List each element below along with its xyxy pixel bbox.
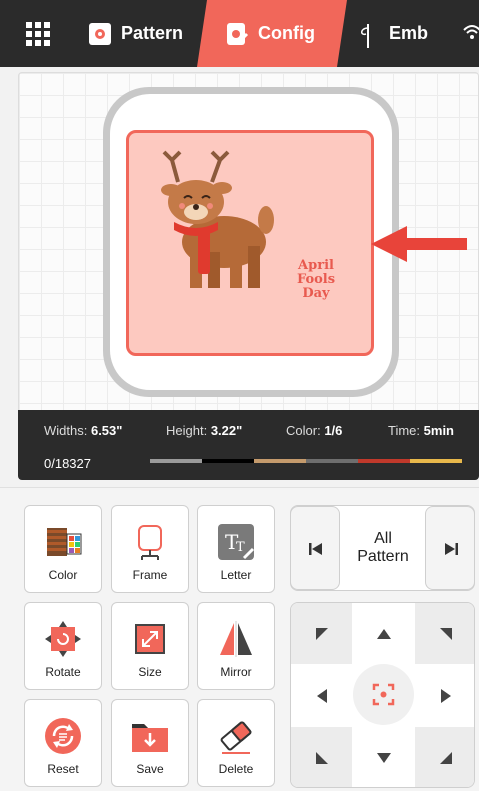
thread-color-segment <box>306 459 358 463</box>
arrow-up-icon <box>376 628 391 639</box>
color-button-label: Color <box>48 568 78 582</box>
needle-icon <box>356 22 380 48</box>
thread-color-segment <box>150 459 202 463</box>
delete-button-label: Delete <box>218 762 254 776</box>
rotate-button[interactable]: Rotate <box>24 602 102 690</box>
letter-button-label: Letter <box>220 568 252 582</box>
mirror-button[interactable]: Mirror <box>197 602 275 690</box>
eraser-icon <box>220 721 252 754</box>
arrow-down-left-icon <box>315 751 328 764</box>
pattern-navigator: All Pattern <box>290 505 475 591</box>
height-readout: Height: 3.22" <box>166 423 243 438</box>
frame-button[interactable]: Frame <box>111 505 189 593</box>
frame-button-label: Frame <box>132 568 168 582</box>
grid-menu-icon[interactable] <box>26 22 50 46</box>
arrow-right-icon <box>440 688 451 703</box>
top-bar: Pattern Config Emb <box>0 0 479 67</box>
move-up-button[interactable] <box>353 603 414 664</box>
arrow-down-right-icon <box>439 751 452 764</box>
design-area[interactable]: April Fools Day <box>126 130 374 356</box>
pattern-icon <box>88 22 112 46</box>
save-icon <box>132 724 168 752</box>
move-left-button[interactable] <box>291 665 352 726</box>
reset-icon <box>45 718 81 754</box>
tab-config[interactable]: Config <box>197 0 347 67</box>
move-down-button[interactable] <box>353 727 414 787</box>
svg-text:T: T <box>236 540 245 555</box>
previous-pattern-button[interactable] <box>290 506 340 590</box>
arrow-left-icon <box>316 688 327 703</box>
wifi-icon <box>463 25 479 39</box>
size-button[interactable]: Size <box>111 602 189 690</box>
thread-color-segment <box>202 459 254 463</box>
width-readout: Widths: 6.53" <box>44 423 123 438</box>
reset-button[interactable]: Reset <box>24 699 102 787</box>
reset-button-label: Reset <box>47 762 79 776</box>
save-button[interactable]: Save <box>111 699 189 787</box>
skip-previous-icon <box>309 543 322 555</box>
delete-button[interactable]: Delete <box>197 699 275 787</box>
size-icon <box>135 624 165 654</box>
pointer-arrow-icon <box>371 226 467 262</box>
reindeer-design[interactable] <box>126 130 374 356</box>
tab-pattern[interactable]: Pattern <box>88 0 183 67</box>
control-panel: Color Frame T T Letter Rotate Size Mirro… <box>0 487 479 791</box>
thread-color-segment <box>358 459 410 463</box>
move-up-right-button[interactable] <box>415 603 474 664</box>
center-focus-icon <box>372 683 395 706</box>
color-button[interactable]: Color <box>24 505 102 593</box>
color-icon <box>47 528 82 556</box>
thread-color-segment <box>254 459 306 463</box>
save-button-label: Save <box>136 762 164 776</box>
thread-color-bar <box>150 459 462 463</box>
arrow-up-right-icon <box>439 627 452 640</box>
center-button[interactable] <box>353 664 414 725</box>
move-down-right-button[interactable] <box>415 727 474 787</box>
frame-icon <box>138 525 162 560</box>
stitch-progress: 0/18327 <box>44 456 91 471</box>
letter-icon: T T <box>218 524 255 560</box>
tab-pattern-label: Pattern <box>121 23 184 43</box>
mirror-icon <box>220 621 252 657</box>
time-readout: Time: 5min <box>388 423 454 438</box>
size-button-label: Size <box>138 665 162 679</box>
mirror-button-label: Mirror <box>220 665 252 679</box>
letter-button[interactable]: T T Letter <box>197 505 275 593</box>
move-down-left-button[interactable] <box>291 727 352 787</box>
skip-next-icon <box>445 543 458 555</box>
all-pattern-label[interactable]: All Pattern <box>341 530 425 566</box>
tab-emb-label: Emb <box>389 23 429 43</box>
move-right-button[interactable] <box>415 665 474 726</box>
status-bar: Widths: 6.53" Height: 3.22" Color: 1/6 T… <box>18 410 479 480</box>
tab-config-label: Config <box>258 23 315 43</box>
move-up-left-button[interactable] <box>291 603 352 664</box>
april-fools-logo: April Fools Day <box>296 258 336 301</box>
rotate-button-label: Rotate <box>45 665 81 679</box>
arrow-up-left-icon <box>315 627 328 640</box>
config-icon <box>225 22 249 46</box>
thread-color-segment <box>410 459 462 463</box>
tab-emb[interactable]: Emb <box>356 0 428 67</box>
arrow-down-icon <box>376 752 391 763</box>
color-readout: Color: 1/6 <box>286 423 343 438</box>
rotate-icon <box>45 621 81 657</box>
next-pattern-button[interactable] <box>425 506 475 590</box>
move-dpad <box>290 602 475 788</box>
